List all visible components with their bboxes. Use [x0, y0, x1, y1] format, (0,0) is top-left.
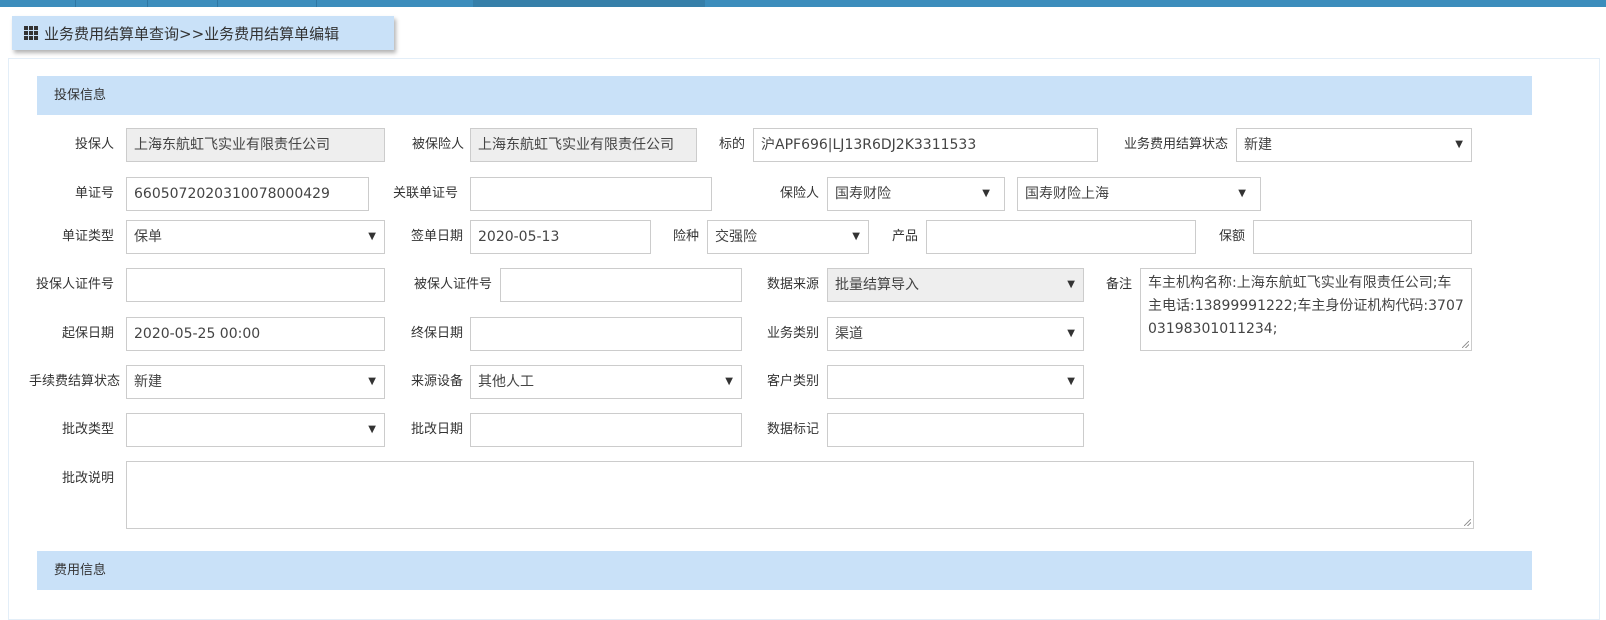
end-date-input[interactable]	[470, 317, 742, 351]
customer-type-label: 客户类别	[766, 374, 819, 389]
chevron-down-icon: ▼	[1067, 376, 1075, 387]
fee-status-value: 新建	[134, 374, 162, 390]
applicant-id-input[interactable]	[126, 268, 385, 302]
nav-tab[interactable]	[148, 0, 218, 7]
doc-type-select[interactable]: 保单 ▼	[126, 220, 385, 254]
insured-label: 被保险人	[411, 137, 464, 152]
product-label: 产品	[891, 229, 918, 244]
chevron-down-icon: ▼	[1455, 139, 1463, 150]
end-date-label: 终保日期	[410, 326, 463, 341]
remark-label: 备注	[1105, 277, 1132, 292]
biz-category-label: 业务类别	[766, 326, 819, 341]
source-device-value: 其他人工	[478, 374, 534, 390]
insurer-select[interactable]: 国寿财险 ▼	[827, 177, 1005, 211]
applicant-id-label: 投保人证件号	[35, 277, 114, 292]
resize-handle-icon[interactable]	[1464, 519, 1471, 526]
chevron-down-icon: ▼	[1238, 188, 1246, 199]
biz-category-value: 渠道	[835, 326, 863, 342]
risk-type-select[interactable]: 交强险 ▼	[707, 220, 869, 254]
remark-textarea[interactable]: 车主机构名称:上海东航虹飞实业有限责任公司;车主电话:13899991222;车…	[1140, 268, 1472, 351]
chevron-down-icon: ▼	[368, 424, 376, 435]
start-date-label: 起保日期	[61, 326, 114, 341]
data-source-label: 数据来源	[766, 277, 819, 292]
chevron-down-icon: ▼	[852, 231, 860, 242]
nav-tab[interactable]	[76, 0, 148, 7]
subject-input[interactable]: 沪APF696|LJ13R6DJ2K3311533	[753, 128, 1098, 162]
biz-category-select[interactable]: 渠道 ▼	[827, 317, 1084, 351]
endorse-desc-textarea[interactable]	[126, 461, 1474, 529]
related-doc-no-label: 关联单证号	[392, 186, 458, 201]
doc-no-input[interactable]: 6605072020310078000429	[126, 177, 369, 211]
breadcrumb: 业务费用结算单查询>>业务费用结算单编辑	[12, 16, 394, 50]
customer-type-select[interactable]: ▼	[827, 365, 1084, 399]
remark-value: 车主机构名称:上海东航虹飞实业有限责任公司;车主电话:13899991222;车…	[1148, 275, 1464, 337]
breadcrumb-text: 业务费用结算单查询>>业务费用结算单编辑	[44, 24, 340, 43]
insured-id-label: 被保人证件号	[413, 277, 492, 292]
fee-status-select[interactable]: 新建 ▼	[126, 365, 385, 399]
applicant-label: 投保人	[74, 137, 114, 152]
premium-input[interactable]	[1253, 220, 1472, 254]
insurer-branch-value: 国寿财险上海	[1025, 186, 1109, 202]
sign-date-input[interactable]: 2020-05-13	[470, 220, 651, 254]
data-source-select[interactable]: 批量结算导入 ▼	[827, 268, 1084, 302]
endorse-desc-label: 批改说明	[61, 471, 114, 486]
insurer-branch-select[interactable]: 国寿财险上海 ▼	[1017, 177, 1261, 211]
fee-status-label: 手续费结算状态	[28, 374, 120, 389]
chevron-down-icon: ▼	[1067, 328, 1075, 339]
premium-label: 保额	[1218, 229, 1245, 244]
resize-handle-icon[interactable]	[1462, 341, 1469, 348]
nav-tab[interactable]	[0, 0, 76, 7]
subject-label: 标的	[718, 137, 745, 152]
section-header-fee: 费用信息	[37, 551, 1532, 590]
chevron-down-icon: ▼	[368, 376, 376, 387]
nav-tab-active[interactable]	[473, 0, 705, 7]
chevron-down-icon: ▼	[1067, 279, 1075, 290]
source-device-label: 来源设备	[410, 374, 463, 389]
insured-id-input[interactable]	[500, 268, 742, 302]
product-input[interactable]	[926, 220, 1196, 254]
data-source-value: 批量结算导入	[835, 277, 919, 293]
chevron-down-icon: ▼	[368, 231, 376, 242]
endorse-type-label: 批改类型	[61, 422, 114, 437]
risk-type-value: 交强险	[715, 229, 757, 245]
top-nav-bar	[0, 0, 1606, 7]
endorse-date-label: 批改日期	[410, 422, 463, 437]
risk-type-label: 险种	[672, 229, 699, 244]
grid-icon	[24, 26, 38, 40]
insurer-value: 国寿财险	[835, 186, 891, 202]
settle-status-select[interactable]: 新建 ▼	[1236, 128, 1472, 162]
source-device-select[interactable]: 其他人工 ▼	[470, 365, 742, 399]
settle-status-label: 业务费用结算状态	[1123, 137, 1228, 152]
data-mark-label: 数据标记	[766, 422, 819, 437]
section-header-policy: 投保信息	[37, 76, 1532, 115]
doc-type-value: 保单	[134, 229, 162, 245]
insured-input[interactable]: 上海东航虹飞实业有限责任公司	[470, 128, 697, 162]
sign-date-label: 签单日期	[410, 229, 463, 244]
doc-no-label: 单证号	[74, 186, 114, 201]
chevron-down-icon: ▼	[725, 376, 733, 387]
settle-status-value: 新建	[1244, 137, 1272, 153]
related-doc-no-input[interactable]	[470, 177, 712, 211]
applicant-input[interactable]: 上海东航虹飞实业有限责任公司	[126, 128, 385, 162]
endorse-date-input[interactable]	[470, 413, 742, 447]
chevron-down-icon: ▼	[982, 188, 990, 199]
endorse-type-select[interactable]: ▼	[126, 413, 385, 447]
insurer-label: 保险人	[779, 186, 819, 201]
nav-tab[interactable]	[218, 0, 317, 7]
doc-type-label: 单证类型	[61, 229, 114, 244]
data-mark-input[interactable]	[827, 413, 1084, 447]
start-date-input[interactable]: 2020-05-25 00:00	[126, 317, 385, 351]
